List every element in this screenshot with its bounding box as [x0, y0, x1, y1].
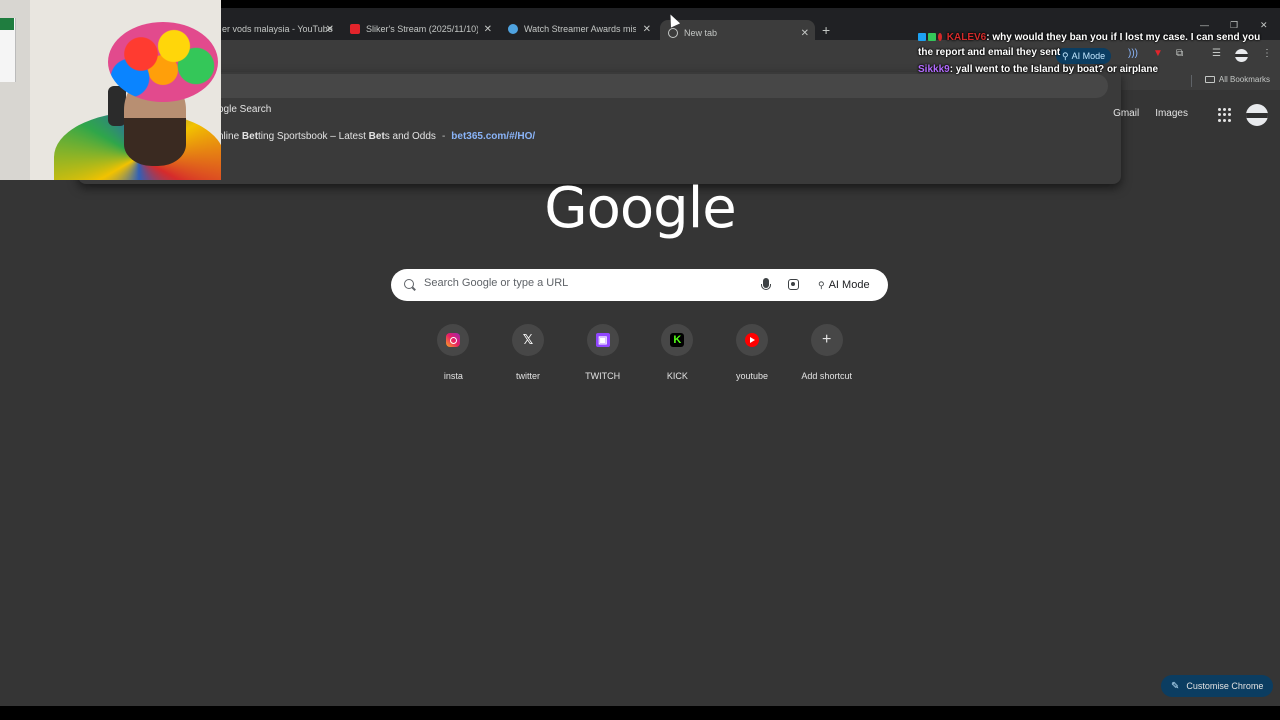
customise-label: Customise Chrome	[1186, 681, 1264, 691]
tab-streamer-awards[interactable]: Watch Streamer Awards missed ✕	[508, 18, 651, 40]
tab-title: er vods malaysia - YouTube	[222, 24, 333, 34]
google-logo: Google	[544, 176, 736, 241]
x-icon: 𝕏	[522, 332, 534, 348]
shortcut-label: youtube	[736, 371, 769, 381]
youtube-icon	[745, 333, 760, 347]
close-icon[interactable]: ✕	[643, 24, 651, 35]
close-icon[interactable]: ✕	[326, 24, 334, 35]
header-links: Gmail Images	[1113, 108, 1188, 119]
apps-grid-icon[interactable]	[1218, 108, 1232, 122]
search-box: ⚲ AI Mode	[391, 269, 888, 301]
shortcut-label: Add shortcut	[801, 371, 852, 381]
tab-sliker-stream[interactable]: Sliker's Stream (2025/11/10)(M ✕	[350, 18, 492, 40]
plus-icon: +	[822, 331, 832, 348]
customise-chrome-button[interactable]: ✎ Customise Chrome	[1161, 675, 1274, 697]
ai-mode-label: AI Mode	[828, 279, 870, 291]
youtube-icon	[350, 24, 360, 34]
close-icon[interactable]: ✕	[801, 28, 809, 39]
suggestion-match: Bet	[241, 131, 259, 142]
pencil-icon: ✎	[1171, 680, 1180, 692]
stream-chat-overlay: KALEV6: why would they ban you if I lost…	[918, 30, 1268, 79]
bottom-bar	[0, 706, 1280, 720]
ai-mode-button[interactable]: ⚲ AI Mode	[812, 273, 876, 297]
shortcut-label: TWITCH	[585, 371, 621, 381]
webcam-overlay	[0, 0, 221, 180]
shortcut-youtube[interactable]: youtube	[715, 322, 790, 381]
ai-search-icon: ⚲	[818, 279, 825, 290]
images-link[interactable]: Images	[1155, 108, 1188, 119]
badge-icon	[938, 33, 942, 41]
chat-username: KALEV6	[946, 32, 987, 43]
suggestion-url: bet365.com/#/HO/	[451, 131, 536, 142]
shortcut-kick[interactable]: K KICK	[640, 322, 715, 381]
avatar[interactable]	[1246, 104, 1268, 126]
webcam-clown-wig	[108, 22, 218, 102]
suggestion-text: nline	[218, 131, 242, 142]
chrome-icon	[668, 28, 678, 38]
search-icon	[404, 279, 414, 289]
omnibox-dropdown: ogle Search nline Betting Sportsbook – L…	[78, 72, 1121, 184]
tab-title: Watch Streamer Awards missed	[524, 24, 636, 34]
suggestion-text: s and Odds	[384, 131, 436, 142]
badge-icon	[918, 33, 926, 41]
suggestion-google-search[interactable]: ogle Search	[218, 104, 271, 115]
webcam-poster	[0, 18, 16, 82]
suggestion-match: Bet	[368, 131, 385, 142]
suggestion-text: ogle Search	[218, 104, 272, 115]
instagram-icon	[446, 333, 461, 347]
new-tab-button[interactable]: +	[822, 22, 830, 38]
chat-text: : yall went to the Island by boat? or ai…	[949, 64, 1159, 75]
suggestion-bet365[interactable]: nline Betting Sportsbook – Latest Bets a…	[218, 131, 535, 142]
shortcut-label: insta	[443, 371, 463, 381]
shortcut-twitch[interactable]: ▣ TWITCH	[565, 322, 640, 381]
shortcut-tile: +	[810, 324, 843, 356]
shortcuts: insta 𝕏 twitter ▣ TWITCH K KICK youtube …	[416, 322, 864, 381]
gmail-link[interactable]: Gmail	[1113, 108, 1139, 119]
search-input[interactable]	[424, 277, 744, 289]
shortcut-twitter[interactable]: 𝕏 twitter	[491, 322, 566, 381]
shortcut-tile: K	[661, 324, 694, 356]
separator: -	[441, 131, 446, 142]
shortcut-tile: ▣	[586, 324, 619, 356]
shortcut-label: twitter	[516, 371, 541, 381]
tab-title: Sliker's Stream (2025/11/10)(M	[366, 24, 478, 34]
add-shortcut-button[interactable]: + Add shortcut	[789, 322, 864, 381]
shortcut-tile	[437, 324, 470, 356]
tab-title: New tab	[684, 28, 718, 38]
shortcut-insta[interactable]: insta	[416, 322, 491, 381]
minimize-icon[interactable]: —	[1200, 20, 1209, 30]
chat-username: Sikkk9	[918, 64, 950, 75]
kick-icon: K	[670, 333, 685, 347]
tab-youtube[interactable]: er vods malaysia - YouTube ✕	[222, 18, 334, 40]
twitch-icon: ▣	[595, 333, 610, 347]
badge-icon	[928, 33, 936, 41]
suggestion-text: ting Sportsbook – Latest	[258, 131, 369, 142]
shortcut-tile	[736, 324, 769, 356]
chat-message: Sikkk9: yall went to the Island by boat?…	[918, 62, 1268, 77]
chat-message: KALEV6: why would they ban you if I lost…	[918, 30, 1268, 60]
shortcut-tile: 𝕏	[512, 324, 544, 356]
webcam-beard	[124, 118, 186, 166]
close-icon[interactable]: ✕	[484, 24, 492, 35]
site-icon	[508, 24, 518, 34]
microphone-icon[interactable]	[761, 278, 771, 290]
shortcut-label: KICK	[666, 371, 688, 381]
google-lens-icon[interactable]	[788, 279, 799, 290]
